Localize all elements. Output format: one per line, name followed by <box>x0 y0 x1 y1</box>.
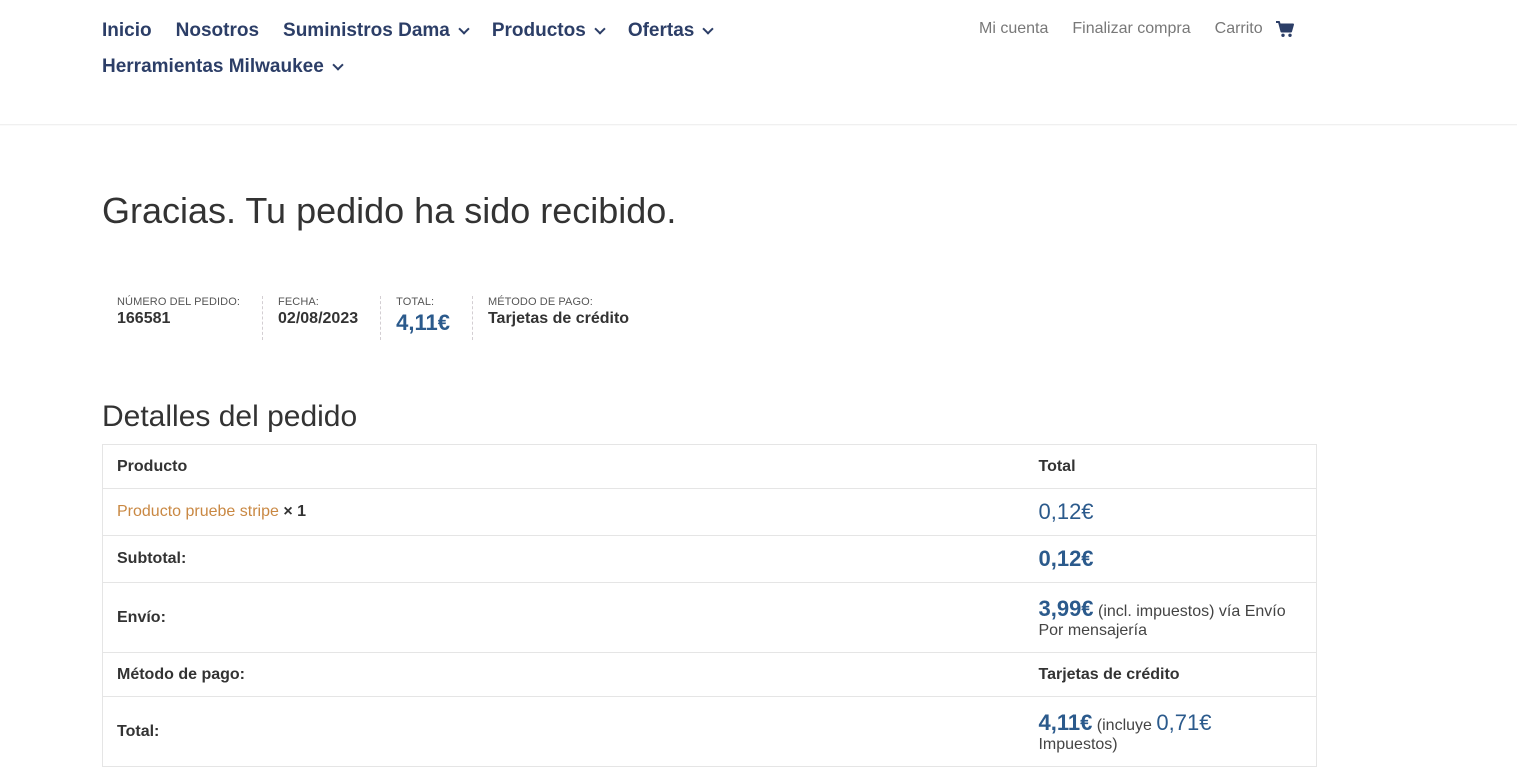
date-value: 02/08/2023 <box>278 310 359 327</box>
nav-item-label: Herramientas Milwaukee <box>102 56 324 77</box>
product-price: 0,12€ <box>1038 499 1094 524</box>
table-row: Producto pruebe stripe × 1 0,12€ <box>102 488 1317 536</box>
overview-date: FECHA: 02/08/2023 <box>263 296 382 340</box>
subtotal-cell: 0,12€ <box>1024 535 1317 583</box>
order-overview: NÚMERO DEL PEDIDO: 166581 FECHA: 02/08/2… <box>102 296 651 340</box>
overview-order-number: NÚMERO DEL PEDIDO: 166581 <box>102 296 264 340</box>
payment-method-label: MÉTODO DE PAGO: <box>487 296 593 308</box>
main-navigation: Inicio Nosotros Suministros Dama Product… <box>102 18 762 90</box>
nav-item-inicio[interactable]: Inicio <box>102 20 152 42</box>
product-cell: Producto pruebe stripe × 1 <box>102 488 1025 536</box>
shipping-cell: 3,99€ (incl. impuestos) vía Envío Por me… <box>1024 582 1317 653</box>
checkout-link[interactable]: Finalizar compra <box>1072 20 1190 38</box>
payment-method-value: Tarjetas de crédito <box>487 310 630 327</box>
total-value: 4,11€ <box>396 310 450 335</box>
product-quantity: × 1 <box>283 503 307 520</box>
payment-method-row-value: Tarjetas de crédito <box>1038 665 1180 683</box>
shipping-method: Por mensajería <box>1038 621 1147 639</box>
chevron-down-icon <box>594 23 606 35</box>
shopping-cart-icon[interactable] <box>1275 20 1295 38</box>
order-number-label: NÚMERO DEL PEDIDO: <box>117 296 241 308</box>
site-header: Inicio Nosotros Suministros Dama Product… <box>0 0 1517 125</box>
nav-item-label: Inicio <box>102 20 152 41</box>
cart-link[interactable]: Carrito <box>1215 20 1263 38</box>
shipping-note: (incl. impuestos) vía Envío <box>1098 602 1286 620</box>
product-total-cell: 0,12€ <box>1024 488 1317 536</box>
table-row: Envío: 3,99€ (incl. impuestos) vía Envío… <box>102 582 1317 653</box>
subtotal-label: Subtotal: <box>102 535 1025 583</box>
table-row: Subtotal: 0,12€ <box>102 535 1317 583</box>
table-row: Total: 4,11€ (incluye 0,71€ Impuestos) <box>102 696 1317 767</box>
tax-amount: 0,71€ <box>1156 709 1212 735</box>
total-label: TOTAL: <box>396 296 435 308</box>
nav-item-nosotros[interactable]: Nosotros <box>176 20 259 42</box>
shipping-price: 3,99€ <box>1038 595 1094 621</box>
shipping-label: Envío: <box>102 582 1025 653</box>
nav-item-label: Productos <box>491 20 586 41</box>
subtotal-value: 0,12€ <box>1038 546 1094 571</box>
nav-item-label: Suministros Dama <box>283 20 450 41</box>
column-header-total: Total <box>1024 444 1317 489</box>
table-row: Método de pago: Tarjetas de crédito <box>102 652 1317 697</box>
nav-item-herramientas-milwaukee[interactable]: Herramientas Milwaukee <box>102 56 344 78</box>
order-total-value: 4,11€ <box>1038 709 1093 735</box>
tax-note-prefix: (incluye <box>1096 716 1152 734</box>
order-details-heading: Detalles del pedido <box>102 400 358 433</box>
product-link[interactable]: Producto pruebe stripe <box>117 503 279 520</box>
nav-item-label: Ofertas <box>627 20 695 41</box>
table-header-row: Producto Total <box>102 444 1317 489</box>
tax-note-suffix: Impuestos) <box>1038 735 1118 753</box>
nav-item-label: Nosotros <box>175 20 260 41</box>
order-total-label: Total: <box>102 696 1025 767</box>
order-total-cell: 4,11€ (incluye 0,71€ Impuestos) <box>1024 696 1317 767</box>
chevron-down-icon <box>332 59 344 71</box>
my-account-link[interactable]: Mi cuenta <box>979 20 1048 38</box>
order-details-table: Producto Total Producto pruebe stripe × … <box>102 444 1317 767</box>
secondary-navigation: Mi cuenta Finalizar compra Carrito <box>979 20 1295 38</box>
overview-total: TOTAL: 4,11€ <box>381 296 473 340</box>
chevron-down-icon <box>702 23 715 35</box>
nav-item-productos[interactable]: Productos <box>491 20 606 42</box>
nav-item-ofertas[interactable]: Ofertas <box>627 20 715 42</box>
nav-item-suministros-dama[interactable]: Suministros Dama <box>283 20 470 42</box>
payment-method-row-label: Método de pago: <box>102 652 1025 697</box>
date-label: FECHA: <box>278 296 319 308</box>
order-number-value: 166581 <box>117 310 171 327</box>
chevron-down-icon <box>458 23 470 35</box>
overview-payment-method: MÉTODO DE PAGO: Tarjetas de crédito <box>473 296 651 340</box>
payment-method-cell: Tarjetas de crédito <box>1024 652 1317 697</box>
column-header-product: Producto <box>102 444 1025 489</box>
page-title: Gracias. Tu pedido ha sido recibido. <box>102 190 677 231</box>
